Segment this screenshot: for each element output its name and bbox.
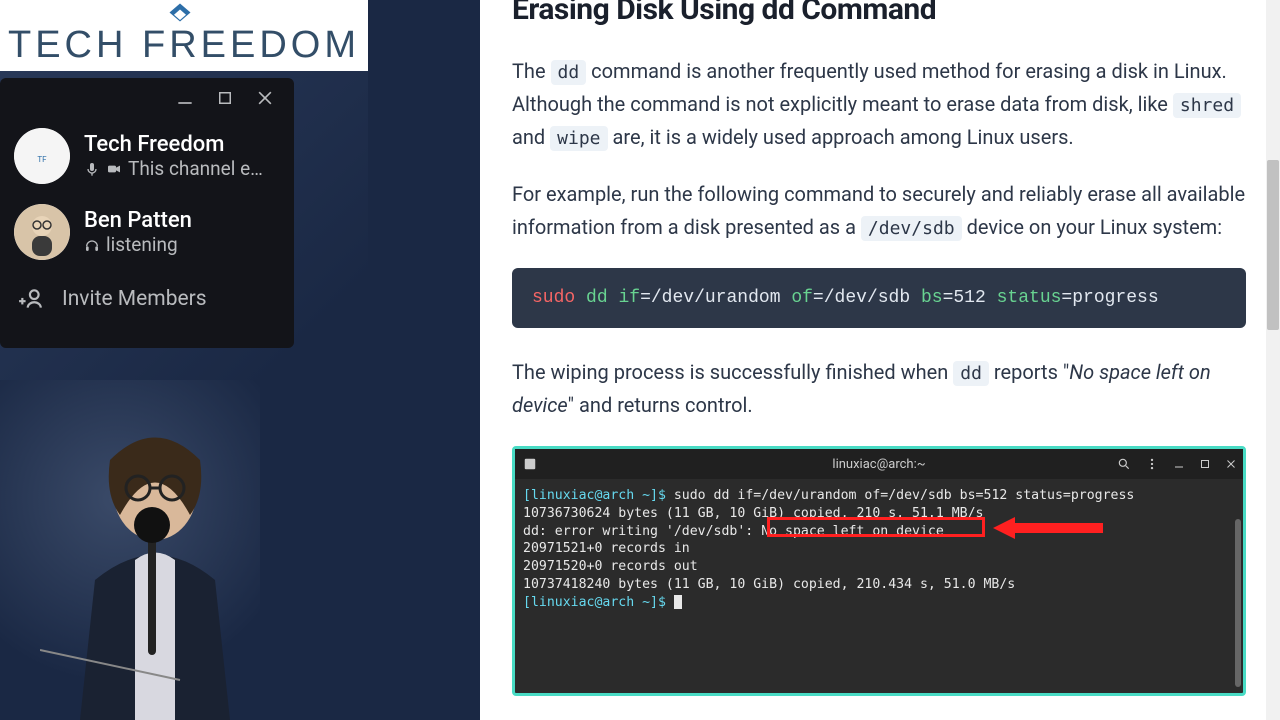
invite-members-button[interactable]: Invite Members — [0, 270, 294, 328]
maximize-button[interactable] — [214, 87, 236, 109]
terminal-app-icon — [515, 457, 545, 471]
close-button[interactable] — [254, 87, 276, 109]
terminal-body: [linuxiac@arch ~]$ sudo dd if=/dev/urand… — [515, 479, 1243, 693]
page-scrollbar-track[interactable] — [1266, 0, 1280, 720]
voice-member-tech-freedom[interactable]: TF Tech Freedom This channel e… — [0, 118, 294, 194]
text: The — [512, 59, 551, 83]
microphone-icon — [84, 161, 100, 177]
stream-overlay-left: TECH FREEDOM TF Tech Freedom T — [0, 0, 368, 720]
term-line: dd: error writing '/dev/sdb': — [523, 524, 761, 539]
terminal-screenshot: linuxiac@arch:~ [linuxiac@arch ~]$ sudo … — [512, 446, 1246, 696]
arrow-left-icon — [993, 517, 1103, 539]
inline-code-dd2: dd — [953, 361, 989, 386]
chat-titlebar — [0, 78, 294, 118]
member-status-text: This channel e… — [128, 157, 263, 180]
terminal-titlebar: linuxiac@arch:~ — [515, 449, 1243, 479]
avatar — [14, 204, 70, 260]
add-user-icon — [18, 286, 44, 312]
term-cmd: sudo dd if=/dev/urandom of=/dev/sdb bs=5… — [674, 488, 1135, 503]
inline-code-dd: dd — [551, 60, 587, 85]
search-icon[interactable] — [1117, 457, 1131, 471]
minimize-icon[interactable] — [1173, 458, 1185, 470]
term-line: 20971521+0 records in — [523, 541, 690, 556]
tok-eq: = — [640, 288, 651, 308]
text: and — [512, 125, 550, 149]
webcam-feed — [0, 380, 260, 720]
section-heading: Erasing Disk Using dd Command — [512, 0, 1246, 27]
invite-label: Invite Members — [62, 287, 207, 311]
code-block-dd[interactable]: sudo dd if=/dev/urandom of=/dev/sdb bs=5… — [512, 268, 1246, 328]
member-status-text: listening — [106, 233, 178, 256]
tok-eq: = — [813, 288, 824, 308]
video-icon — [106, 161, 122, 177]
logo-icon — [165, 2, 195, 32]
tok-of-val: /dev/sdb — [824, 288, 910, 308]
headphones-icon — [84, 237, 100, 253]
term-line: 10737418240 bytes (11 GB, 10 GiB) copied… — [523, 577, 1015, 592]
text: reports " — [989, 360, 1069, 384]
inline-code-wipe: wipe — [550, 126, 607, 151]
term-line: 20971520+0 records out — [523, 559, 698, 574]
paragraph-result: The wiping process is successfully finis… — [512, 356, 1246, 422]
member-info: Tech Freedom This channel e… — [84, 132, 263, 180]
text: device on your Linux system: — [962, 215, 1222, 239]
inline-code-devsdb: /dev/sdb — [861, 216, 962, 241]
paragraph-example: For example, run the following command t… — [512, 178, 1246, 244]
voice-member-ben[interactable]: Ben Patten listening — [0, 194, 294, 270]
presenter-silhouette — [40, 420, 260, 720]
tok-if-key: if — [618, 288, 640, 308]
member-status: This channel e… — [84, 157, 263, 180]
paragraph-intro: The dd command is another frequently use… — [512, 55, 1246, 154]
avatar: TF — [14, 128, 70, 184]
cursor-icon — [674, 595, 682, 609]
tok-sudo: sudo — [532, 288, 575, 308]
maximize-icon[interactable] — [1199, 458, 1211, 470]
svg-text:TF: TF — [37, 155, 47, 164]
text: " and returns control. — [568, 393, 753, 417]
member-name: Ben Patten — [84, 208, 192, 233]
member-status: listening — [84, 233, 192, 256]
tok-of-key: of — [791, 288, 813, 308]
voice-chat-window: TF Tech Freedom This channel e… Ben Patt… — [0, 78, 294, 348]
tok-bs-val: =512 — [943, 288, 986, 308]
close-icon[interactable] — [1225, 458, 1237, 470]
page-scrollbar-thumb[interactable] — [1267, 160, 1279, 330]
member-name: Tech Freedom — [84, 132, 263, 157]
tok-bs-key: bs — [921, 288, 943, 308]
inline-code-shred: shred — [1173, 93, 1241, 118]
term-prompt: [linuxiac@arch ~]$ — [523, 488, 674, 503]
tok-status-val: =progress — [1061, 288, 1158, 308]
logo-banner: TECH FREEDOM — [0, 0, 368, 71]
menu-icon[interactable] — [1145, 457, 1159, 471]
terminal-scrollbar[interactable] — [1235, 519, 1241, 687]
text: are, it is a widely used approach among … — [608, 125, 1074, 149]
tok-if-val: /dev/urandom — [651, 288, 781, 308]
tok-dd: dd — [586, 288, 608, 308]
article-content: Erasing Disk Using dd Command The dd com… — [480, 0, 1280, 720]
minimize-button[interactable] — [174, 87, 196, 109]
text: command is another frequently used metho… — [512, 59, 1227, 116]
text: The wiping process is successfully finis… — [512, 360, 953, 384]
highlight-box — [767, 517, 985, 537]
term-prompt: [linuxiac@arch ~]$ — [523, 595, 674, 610]
tok-status-key: status — [997, 288, 1062, 308]
member-info: Ben Patten listening — [84, 208, 192, 256]
